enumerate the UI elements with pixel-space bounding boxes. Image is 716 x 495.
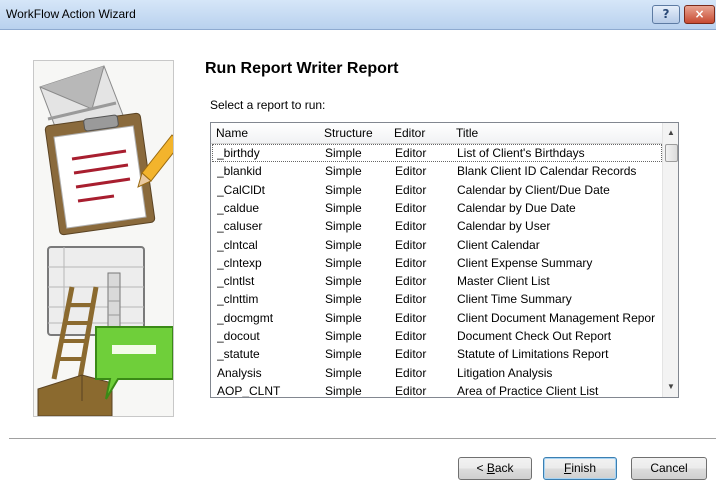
scroll-down-arrow-icon[interactable]: ▼	[663, 379, 678, 395]
row-editor: Editor	[395, 383, 427, 398]
row-editor: Editor	[395, 200, 427, 215]
row-title: Calendar by Client/Due Date	[457, 182, 610, 197]
row-structure: Simple	[325, 274, 362, 289]
title-bar: WorkFlow Action Wizard ? ×	[0, 0, 716, 30]
row-name: _clntcal	[217, 237, 258, 252]
help-button[interactable]: ?	[652, 5, 680, 24]
row-title: Client Expense Summary	[457, 255, 593, 270]
footer-separator	[9, 438, 716, 440]
list-header: Name Structure Editor Title	[211, 123, 662, 144]
table-row[interactable]: AOP_CLNT Simple Editor Area of Practice Cli…	[212, 382, 662, 398]
table-row[interactable]: _clnttim Simple Editor Client Time Summary	[212, 290, 662, 308]
wizard-illustration	[33, 60, 174, 417]
table-row[interactable]: _caluser Simple Editor Calendar by User	[212, 217, 662, 235]
window-title: WorkFlow Action Wizard	[6, 7, 136, 21]
row-editor: Editor	[395, 347, 427, 362]
scroll-thumb[interactable]	[665, 144, 678, 162]
table-row[interactable]: _birthdy Simple Editor List of Client's Bir…	[212, 144, 662, 162]
row-editor: Editor	[395, 365, 427, 380]
column-header-title[interactable]: Title	[456, 123, 661, 143]
row-editor: Editor	[395, 255, 427, 270]
row-structure: Simple	[325, 292, 362, 307]
select-report-prompt: Select a report to run:	[210, 98, 326, 112]
row-title: Calendar by User	[457, 219, 551, 234]
row-title: Area of Practice Client List	[457, 383, 599, 398]
row-name: _clntlst	[217, 274, 255, 289]
row-structure: Simple	[325, 383, 362, 398]
scroll-up-arrow-icon[interactable]: ▲	[663, 125, 678, 141]
row-title: Calendar by Due Date	[457, 200, 576, 215]
table-row[interactable]: _clntlst Simple Editor Master Client List	[212, 272, 662, 290]
table-row[interactable]: _clntcal Simple Editor Client Calendar	[212, 236, 662, 254]
table-row[interactable]: _statute Simple Editor Statute of Limitatio…	[212, 345, 662, 363]
finish-button[interactable]: Finish	[543, 457, 617, 480]
row-structure: Simple	[325, 164, 362, 179]
column-header-structure[interactable]: Structure	[324, 123, 386, 143]
row-name: Analysis	[217, 365, 262, 380]
table-row[interactable]: _docmgmt Simple Editor Client Document Mana…	[212, 309, 662, 327]
row-editor: Editor	[395, 237, 427, 252]
row-structure: Simple	[325, 219, 362, 234]
row-name: _statute	[217, 347, 260, 362]
row-title: Litigation Analysis	[457, 365, 553, 380]
row-structure: Simple	[325, 237, 362, 252]
illustration-svg	[34, 61, 173, 416]
row-name: _caldue	[217, 200, 260, 215]
row-editor: Editor	[395, 310, 427, 325]
row-title: Client Calendar	[457, 237, 540, 252]
table-row[interactable]: _docout Simple Editor Document Check Out Re…	[212, 327, 662, 345]
row-structure: Simple	[325, 310, 362, 325]
table-row[interactable]: Analysis Simple Editor Litigation Analysis	[212, 364, 662, 382]
row-title: Statute of Limitations Report	[457, 347, 609, 362]
table-row[interactable]: _CalClDt Simple Editor Calendar by Client/D…	[212, 181, 662, 199]
row-editor: Editor	[395, 219, 427, 234]
row-name: _docmgmt	[217, 310, 274, 325]
row-editor: Editor	[395, 274, 427, 289]
row-editor: Editor	[395, 292, 427, 307]
row-editor: Editor	[395, 329, 427, 343]
clipboard-icon	[44, 112, 156, 236]
table-row[interactable]: _caldue Simple Editor Calendar by Due Date	[212, 199, 662, 217]
row-title: Blank Client ID Calendar Records	[457, 164, 637, 179]
row-editor: Editor	[395, 146, 427, 160]
row-name: _docout	[217, 329, 260, 343]
close-button[interactable]: ×	[684, 5, 715, 24]
column-header-editor[interactable]: Editor	[394, 123, 449, 143]
back-button[interactable]: < Back	[458, 457, 532, 480]
report-list[interactable]: Name Structure Editor Title _birthdy Simp…	[210, 122, 679, 398]
row-title: Client Document Management Repor	[457, 310, 656, 325]
list-scrollbar[interactable]: ▲ ▼	[662, 123, 678, 397]
row-title: Client Time Summary	[457, 292, 572, 307]
column-header-name[interactable]: Name	[216, 123, 316, 143]
row-structure: Simple	[325, 329, 362, 343]
page-heading: Run Report Writer Report	[205, 60, 399, 77]
row-name: AOP_CLNT	[217, 383, 281, 398]
row-structure: Simple	[325, 365, 362, 380]
row-editor: Editor	[395, 164, 427, 179]
table-row[interactable]: _blankid Simple Editor Blank Client ID Cale…	[212, 162, 662, 180]
row-structure: Simple	[325, 182, 362, 197]
row-name: _caluser	[217, 219, 263, 234]
row-structure: Simple	[325, 347, 362, 362]
table-row[interactable]: _clntexp Simple Editor Client Expense Summa…	[212, 254, 662, 272]
row-name: _birthdy	[217, 146, 260, 160]
row-structure: Simple	[325, 146, 362, 160]
row-title: Document Check Out Report	[457, 329, 612, 343]
row-structure: Simple	[325, 200, 362, 215]
row-title: Master Client List	[457, 274, 550, 289]
cancel-button[interactable]: Cancel	[631, 457, 707, 480]
row-name: _clntexp	[217, 255, 262, 270]
row-name: _clnttim	[217, 292, 259, 307]
row-structure: Simple	[325, 255, 362, 270]
row-name: _CalClDt	[217, 182, 266, 197]
row-name: _blankid	[217, 164, 262, 179]
row-editor: Editor	[395, 182, 427, 197]
row-title: List of Client's Birthdays	[457, 146, 585, 160]
